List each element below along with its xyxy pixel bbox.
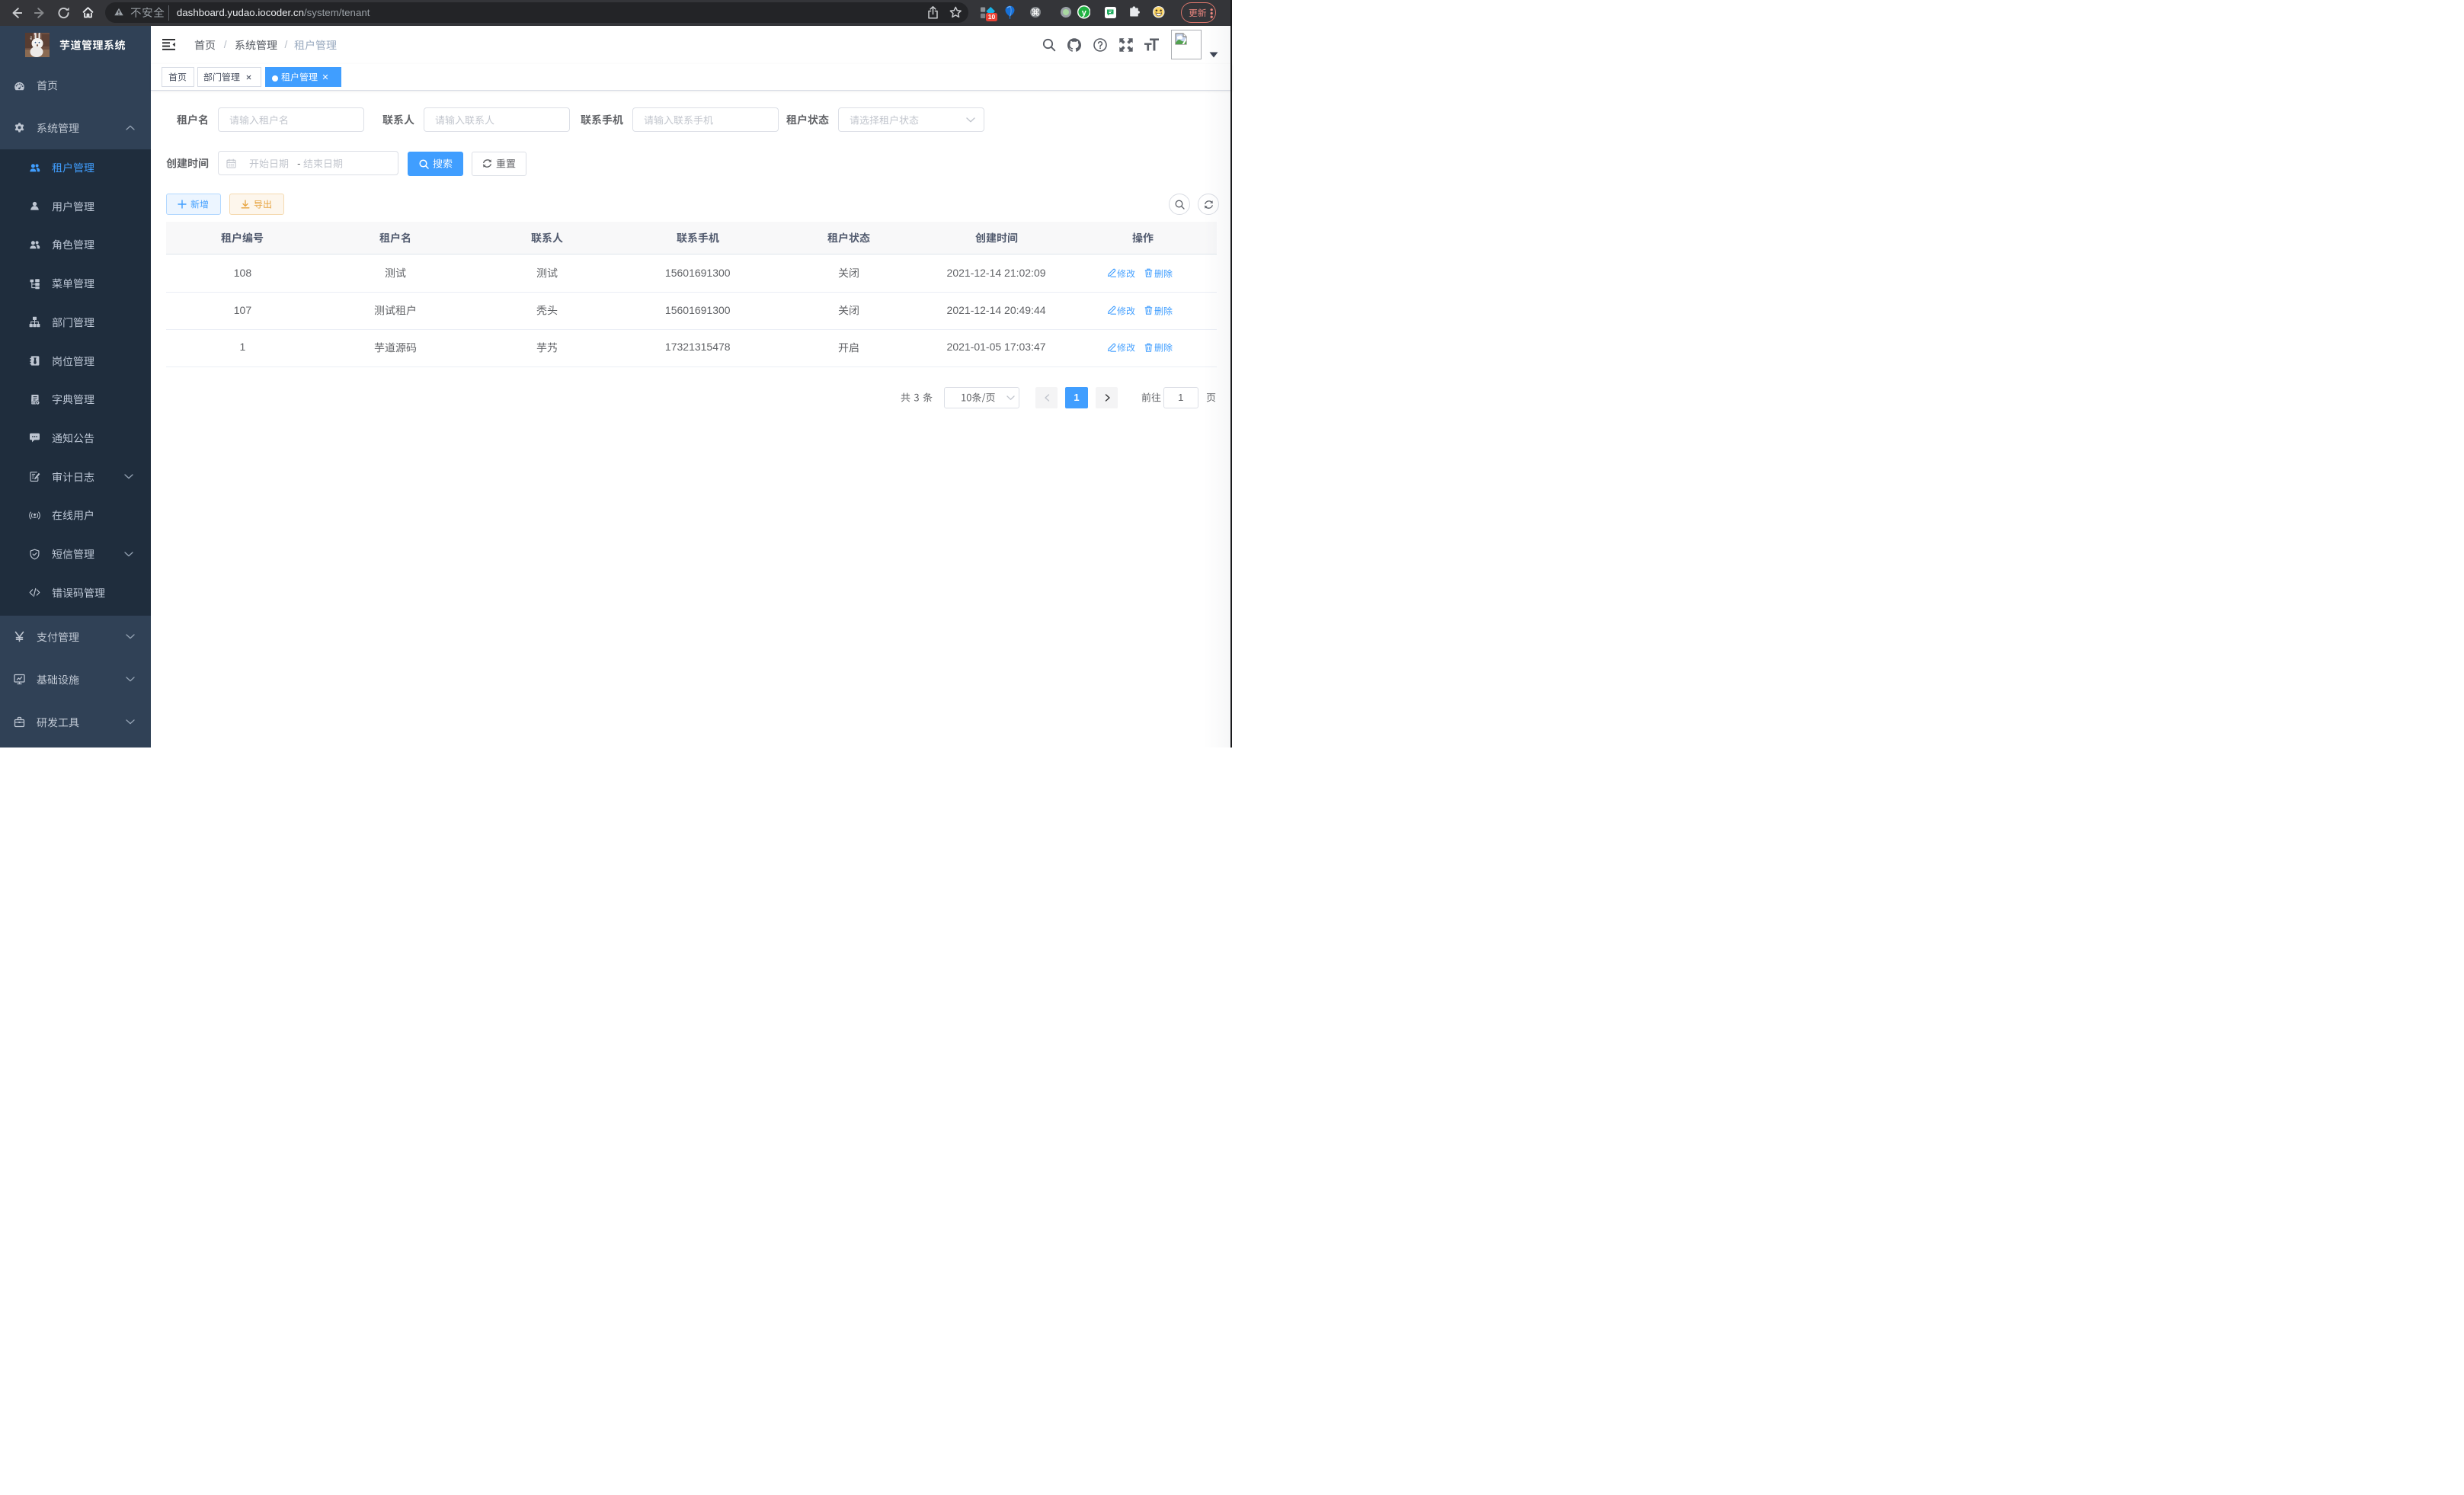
svg-text:y: y <box>1081 8 1086 18</box>
